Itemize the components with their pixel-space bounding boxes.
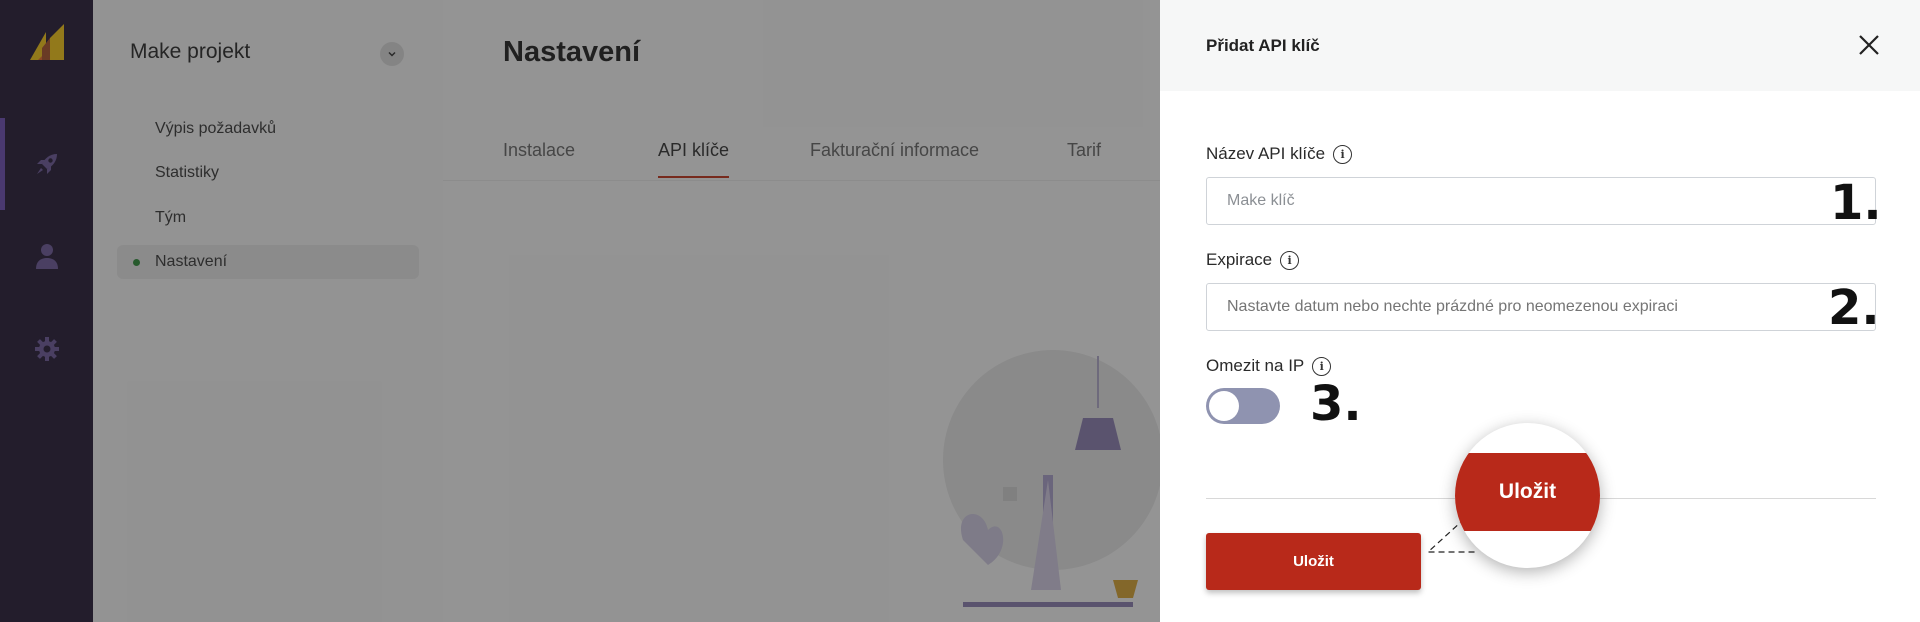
drawer-header: Přidat API klíč bbox=[1160, 0, 1920, 91]
zoomed-save-button: Uložit bbox=[1455, 453, 1600, 531]
api-key-name-label-text: Název API klíče bbox=[1206, 144, 1326, 163]
ip-limit-label: Omezit na IP i bbox=[1206, 356, 1332, 376]
api-key-name-input[interactable] bbox=[1206, 177, 1876, 225]
api-key-name-label: Název API klíče i bbox=[1206, 144, 1353, 164]
step-marker-2: 2. bbox=[1828, 280, 1880, 336]
info-icon[interactable]: i bbox=[1333, 144, 1353, 164]
zoom-callout: Uložit bbox=[1455, 423, 1600, 568]
ip-limit-toggle[interactable] bbox=[1206, 388, 1280, 424]
save-button[interactable]: Uložit bbox=[1206, 533, 1421, 590]
ip-limit-label-text: Omezit na IP bbox=[1206, 356, 1305, 375]
expiry-label-text: Expirace bbox=[1206, 250, 1273, 269]
toggle-knob bbox=[1209, 391, 1239, 421]
drawer-title: Přidat API klíč bbox=[1206, 36, 1320, 55]
expiry-input[interactable] bbox=[1206, 283, 1876, 331]
step-marker-3: 3. bbox=[1310, 376, 1362, 432]
expiry-label: Expirace i bbox=[1206, 250, 1300, 270]
info-icon[interactable]: i bbox=[1280, 250, 1300, 270]
step-marker-1: 1. bbox=[1830, 175, 1882, 231]
close-icon[interactable] bbox=[1856, 32, 1882, 58]
modal-backdrop[interactable] bbox=[0, 0, 1160, 622]
info-icon[interactable]: i bbox=[1312, 356, 1332, 376]
